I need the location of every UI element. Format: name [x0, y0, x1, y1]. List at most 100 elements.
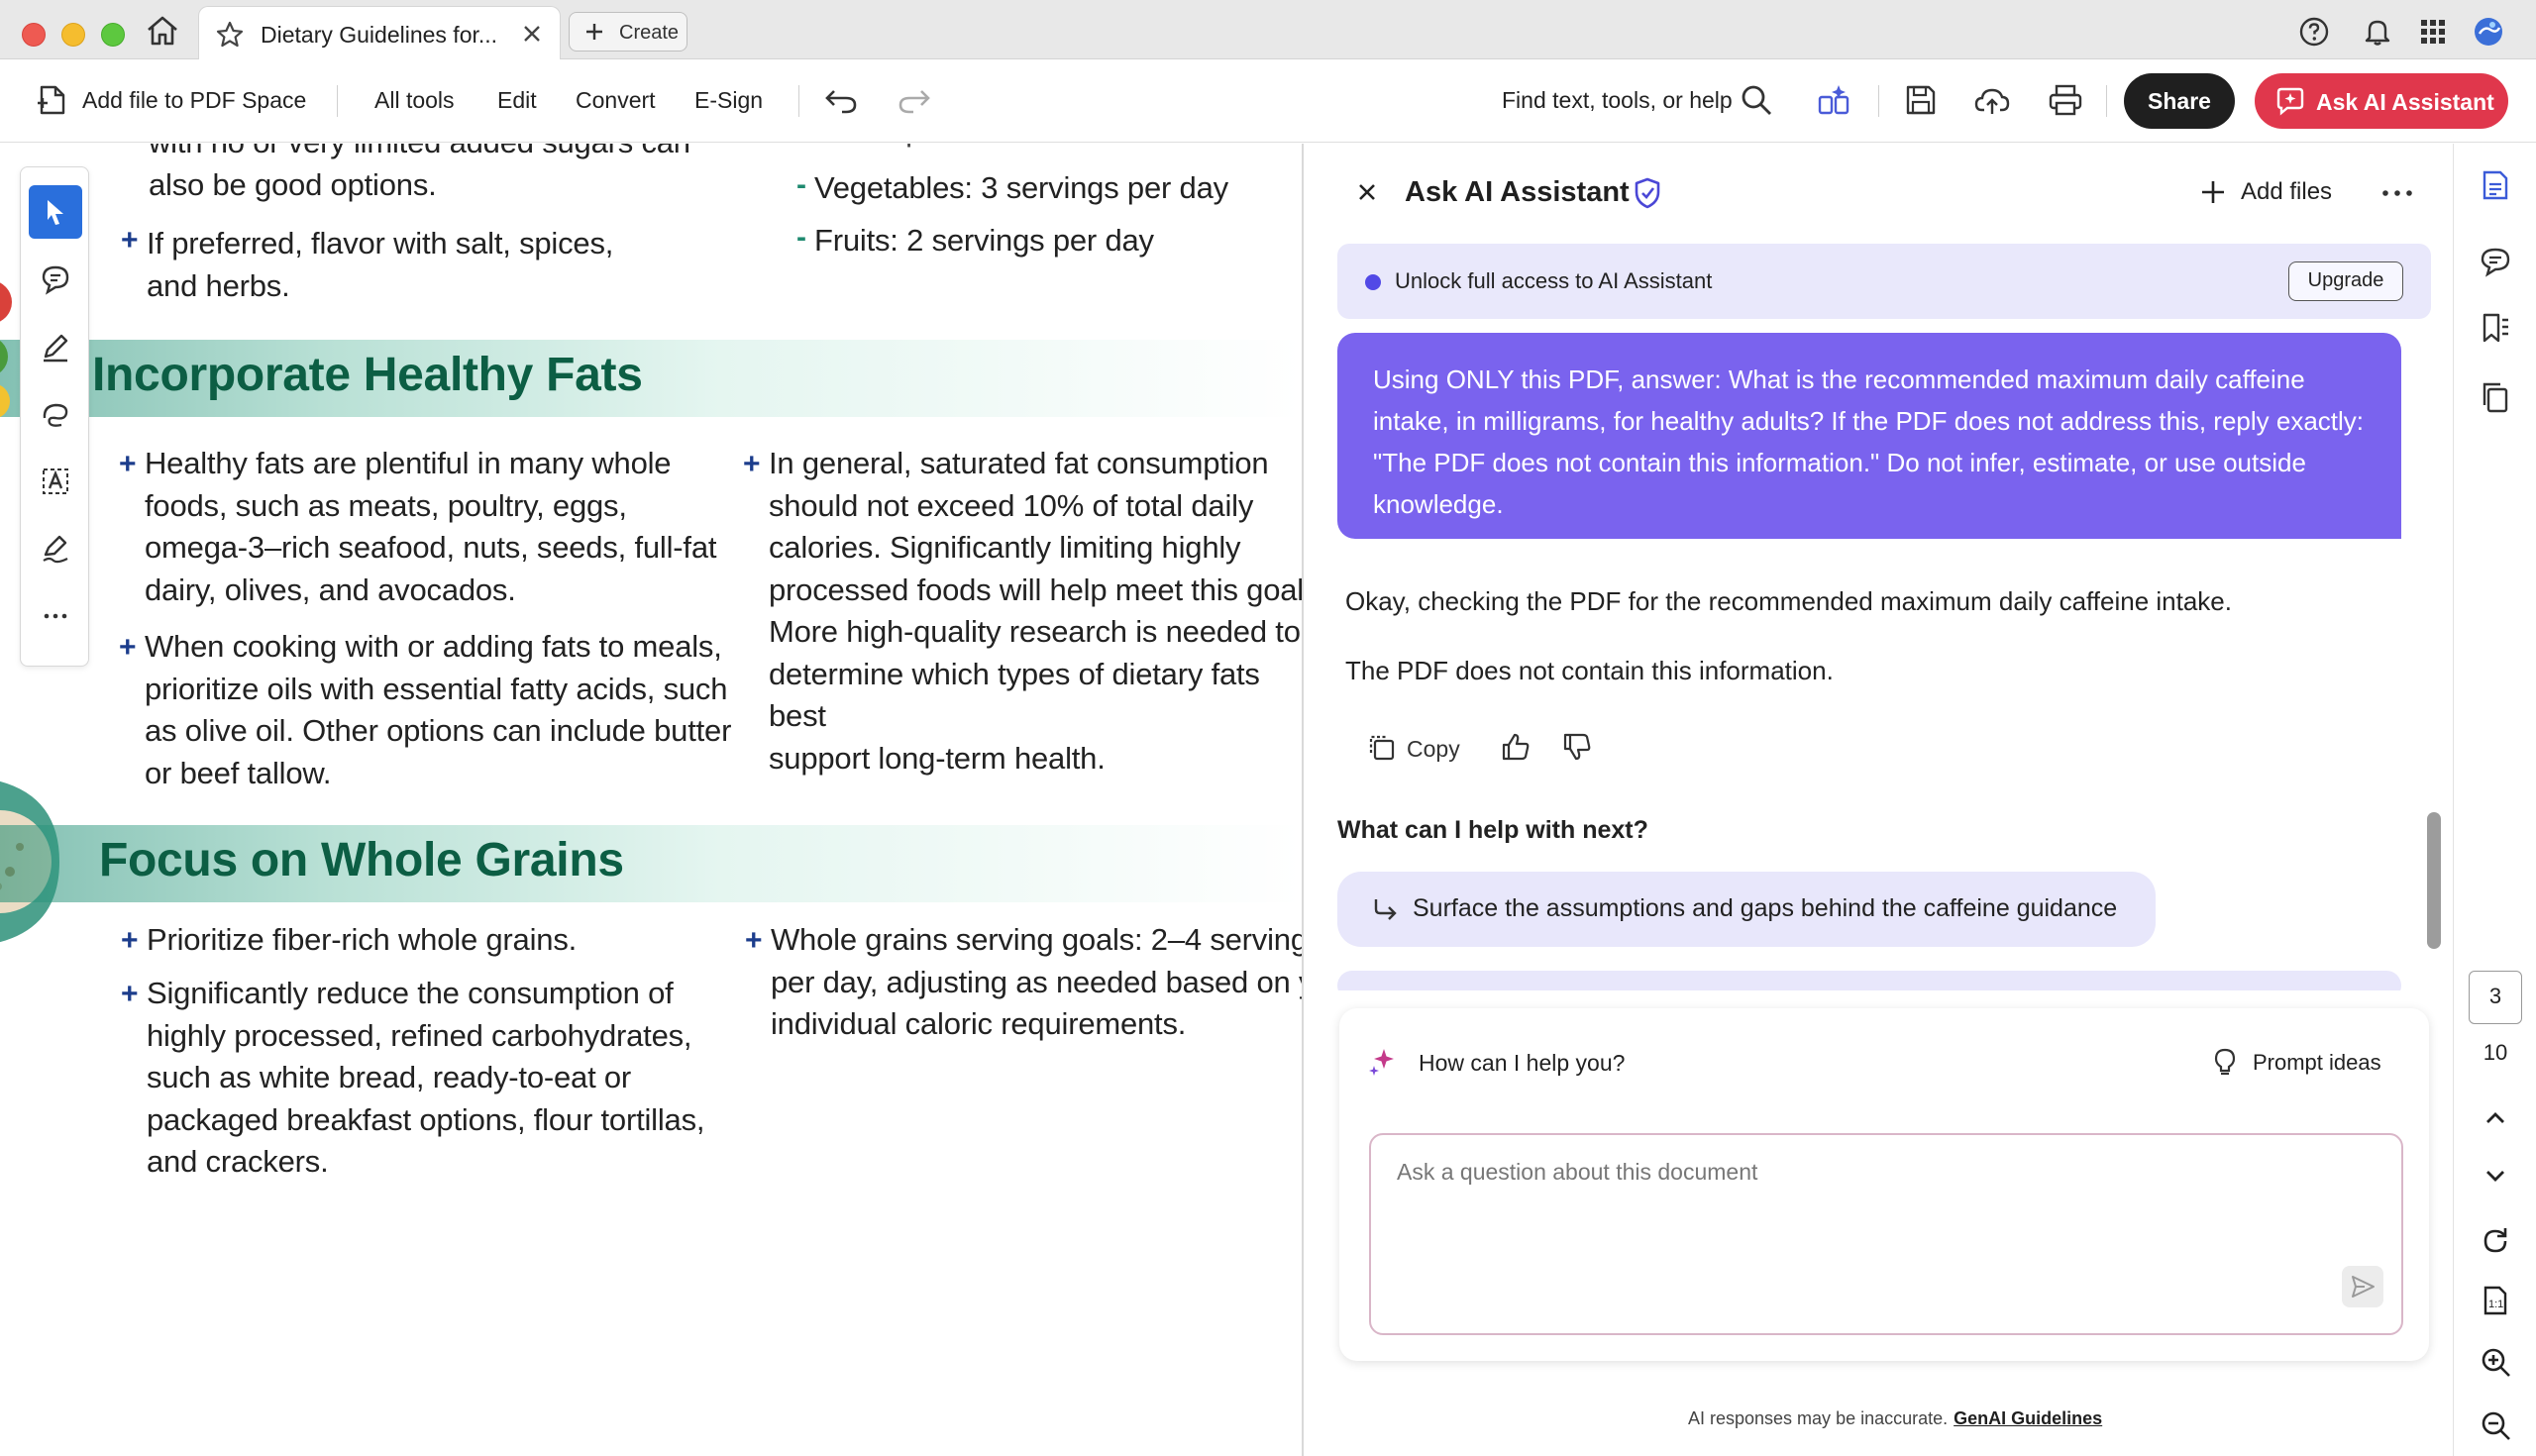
chat-scrollbar-thumb[interactable] [2427, 812, 2441, 949]
more-options-icon[interactable] [2378, 178, 2417, 208]
bookmarks-icon[interactable] [2479, 311, 2512, 345]
genai-guidelines-link[interactable]: GenAI Guidelines [1954, 1408, 2102, 1428]
doc-line: Healthy fats are plentiful in many whole [145, 446, 672, 480]
section-heading: Focus on Whole Grains [99, 834, 624, 886]
comments-panel-icon[interactable] [2479, 245, 2512, 278]
bell-icon[interactable] [2362, 16, 2393, 48]
send-button[interactable] [2342, 1266, 2383, 1307]
close-icon[interactable] [518, 20, 546, 48]
suggestion-chip[interactable]: Surface the assumptions and gaps behind … [1337, 872, 2156, 947]
help-icon[interactable] [2298, 16, 2330, 48]
doc-paragraph: If preferred, flavor with salt, spices, … [147, 223, 701, 307]
apps-grid-icon[interactable] [2417, 16, 2449, 48]
upgrade-banner-text: Unlock full access to AI Assistant [1395, 268, 1713, 293]
highlight-tool-button[interactable] [29, 320, 82, 373]
freehand-icon [43, 403, 68, 427]
doc-paragraph: In general, saturated fat consumption sh… [769, 443, 1302, 780]
document-tab[interactable]: Dietary Guidelines for... [198, 6, 561, 59]
toolbar-divider [2106, 85, 2107, 117]
zoom-out-icon[interactable] [2479, 1408, 2512, 1442]
title-bar: Dietary Guidelines for... Create [0, 0, 2536, 59]
undo-icon[interactable] [822, 81, 860, 119]
ai-panel-title: Ask AI Assistant [1405, 176, 1630, 208]
ai-document-icon[interactable] [2479, 168, 2512, 202]
lightbulb-icon[interactable] [2211, 1046, 2239, 1076]
user-message-bubble: Using ONLY this PDF, answer: What is the… [1337, 333, 2401, 539]
plus-bullet-icon: + [121, 924, 139, 957]
plus-bullet-icon: + [119, 448, 137, 480]
signature-pen-icon [43, 535, 68, 564]
print-icon[interactable] [2047, 81, 2084, 119]
pdf-document-view[interactable]: with no or very limited added sugars can… [0, 144, 1302, 1456]
total-pages: 10 [2483, 1040, 2508, 1065]
zoom-in-icon[interactable] [2479, 1345, 2512, 1379]
ask-ai-assistant-button[interactable]: Ask AI Assistant [2255, 73, 2508, 129]
window-close-button[interactable] [22, 23, 46, 47]
window-minimize-button[interactable] [61, 23, 85, 47]
doc-line: packaged breakfast options, flour tortil… [147, 1101, 705, 1137]
compare-ai-icon[interactable] [1815, 81, 1852, 119]
prompt-ideas-button[interactable]: Prompt ideas [2253, 1050, 2381, 1076]
all-tools-button[interactable]: All tools [374, 87, 455, 114]
toolbar-divider [798, 85, 799, 117]
doc-line: and crackers. [147, 1144, 329, 1179]
refresh-icon[interactable] [2479, 1224, 2512, 1258]
sparkle-icon [1369, 1049, 1394, 1076]
edit-button[interactable]: Edit [497, 87, 537, 114]
shield-check-icon[interactable] [1633, 176, 1662, 210]
convert-button[interactable]: Convert [576, 87, 656, 114]
doc-line: also be good options. [149, 166, 437, 202]
current-page-input[interactable]: 3 [2469, 971, 2522, 1024]
draw-tool-button[interactable] [29, 387, 82, 441]
home-icon[interactable] [145, 14, 180, 48]
user-message-text: Using ONLY this PDF, answer: What is the… [1373, 364, 2365, 519]
chat-history[interactable]: Using ONLY this PDF, answer: What is the… [1318, 327, 2457, 990]
pen-icon [44, 334, 68, 363]
doc-line: or beef tallow. [145, 755, 332, 790]
text-tool-button[interactable] [29, 455, 82, 508]
plus-bullet-icon: + [121, 224, 139, 257]
window-maximize-button[interactable] [101, 23, 125, 47]
sign-tool-button[interactable] [29, 522, 82, 575]
upgrade-button[interactable]: Upgrade [2288, 261, 2403, 301]
doc-line: When cooking with or adding fats to meal… [145, 629, 722, 664]
doc-paragraph: Whole grains serving goals: 2–4 servings… [771, 919, 1302, 1046]
thumbs-down-icon[interactable] [1561, 731, 1593, 763]
search-icon[interactable] [1738, 81, 1775, 119]
create-label: Create [619, 22, 680, 44]
comment-icon [42, 265, 69, 295]
create-button[interactable]: Create [569, 12, 687, 52]
doc-paragraph: When cooking with or adding fats to meal… [145, 626, 759, 794]
copy-icon[interactable] [1365, 731, 1397, 763]
find-search-button[interactable]: Find text, tools, or help [1502, 87, 1733, 114]
doc-paragraph: Significantly reduce the consumption of … [147, 973, 741, 1184]
ask-question-input[interactable] [1369, 1133, 2403, 1335]
save-icon[interactable] [1902, 81, 1940, 119]
chevron-down-icon[interactable] [2479, 1159, 2512, 1193]
avatar[interactable] [2473, 16, 2504, 48]
doc-line: Vegetables: 3 servings per day [814, 170, 1228, 205]
suggestion-chip[interactable] [1337, 971, 2401, 990]
cloud-upload-icon[interactable] [1973, 81, 2011, 119]
star-icon[interactable] [215, 20, 245, 50]
doc-line: and herbs. [147, 267, 290, 303]
comment-tool-button[interactable] [29, 253, 82, 306]
fit-page-icon[interactable]: 1:1 [2479, 1284, 2512, 1317]
esign-button[interactable]: E-Sign [694, 87, 763, 114]
prompt-card: How can I help you? Prompt ideas [1339, 1008, 2429, 1361]
close-icon[interactable] [1353, 178, 1381, 206]
doc-line: Whole grains serving goals: 2–4 servings [771, 922, 1302, 957]
select-tool-button[interactable] [29, 185, 82, 239]
pages-icon[interactable] [2479, 380, 2512, 414]
share-button[interactable]: Share [2124, 73, 2235, 129]
reply-arrow-icon [1374, 899, 1397, 920]
copy-button[interactable]: Copy [1407, 736, 1460, 763]
chevron-up-icon[interactable] [2479, 1101, 2512, 1135]
add-file-button[interactable]: Add file to PDF Space [82, 87, 306, 114]
thumbs-up-icon[interactable] [1500, 731, 1532, 763]
redo-icon[interactable] [896, 81, 933, 119]
more-tools-button[interactable] [29, 589, 82, 643]
add-files-button[interactable]: Add files [2241, 178, 2332, 206]
upgrade-banner: Unlock full access to AI Assistant Upgra… [1337, 244, 2431, 319]
add-file-icon[interactable] [34, 81, 71, 119]
